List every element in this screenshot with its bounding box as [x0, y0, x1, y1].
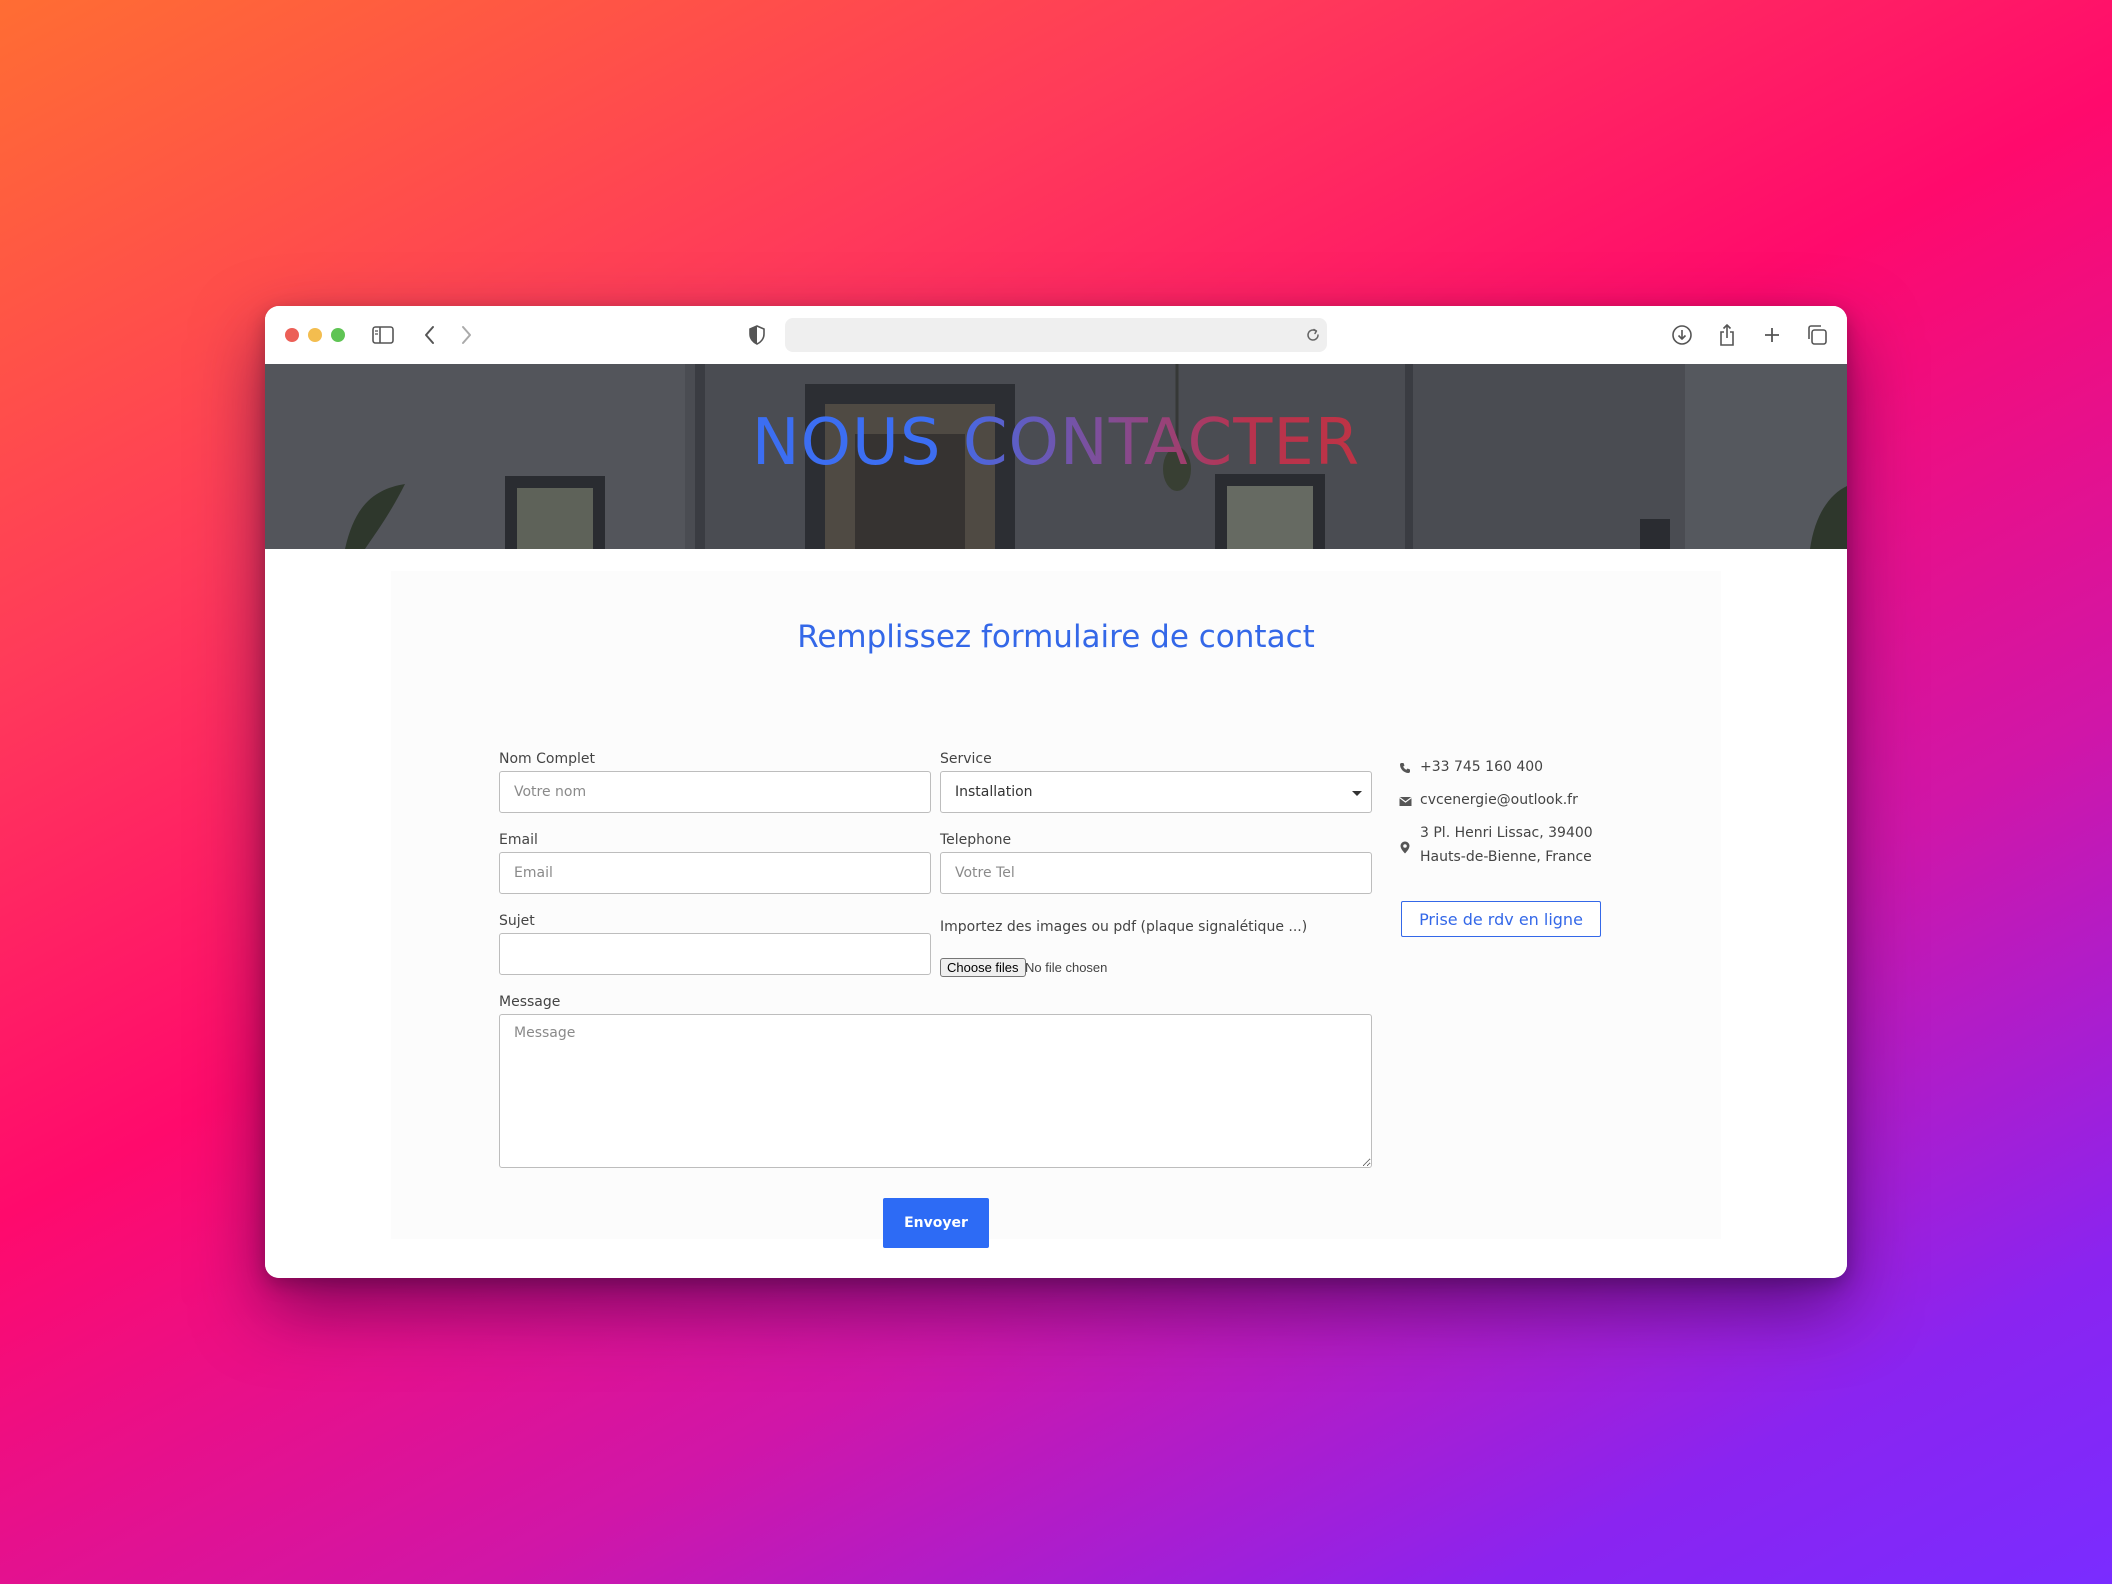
phone-input[interactable] — [940, 852, 1372, 894]
back-icon[interactable] — [415, 320, 445, 350]
forward-icon[interactable] — [451, 320, 481, 350]
message-textarea[interactable] — [499, 1014, 1372, 1168]
shield-icon[interactable] — [742, 320, 772, 350]
form-title: Remplissez formulaire de contact — [797, 619, 1315, 655]
content-area: Remplissez formulaire de contact Nom Com… — [265, 549, 1847, 1278]
submit-button[interactable]: Envoyer — [883, 1198, 989, 1248]
tabs-overview-icon[interactable] — [1802, 320, 1832, 350]
service-selected-value: Installation — [955, 784, 1033, 800]
contact-address-line2: Hauts-de-Bienne, France — [1420, 849, 1592, 865]
service-label: Service — [940, 751, 992, 767]
close-window-button[interactable] — [285, 328, 299, 342]
reload-icon[interactable] — [1305, 327, 1321, 347]
email-input[interactable] — [499, 852, 931, 894]
subject-label: Sujet — [499, 913, 535, 929]
map-pin-icon — [1400, 839, 1414, 854]
hero-banner: NOUS CONTACTER — [265, 364, 1847, 549]
appointment-button[interactable]: Prise de rdv en ligne — [1401, 901, 1601, 937]
share-icon[interactable] — [1712, 320, 1742, 350]
contact-address-line1: 3 Pl. Henri Lissac, 39400 — [1420, 825, 1593, 841]
name-input[interactable] — [499, 771, 931, 813]
choose-files-button[interactable]: Choose files — [940, 958, 1026, 977]
contact-form-card: Remplissez formulaire de contact Nom Com… — [391, 571, 1721, 1248]
contact-phone: +33 745 160 400 — [1420, 759, 1544, 775]
name-label: Nom Complet — [499, 751, 595, 767]
phone-label: Telephone — [940, 832, 1012, 848]
phone-icon — [1399, 759, 1413, 773]
chevron-down-icon — [1352, 791, 1362, 796]
service-select[interactable]: Installation — [940, 771, 1372, 813]
subject-input[interactable] — [499, 933, 931, 975]
browser-window: NOUS CONTACTER Remplissez formulaire de … — [265, 306, 1847, 1278]
address-bar[interactable] — [785, 318, 1327, 352]
sidebar-icon[interactable] — [368, 320, 398, 350]
minimize-window-button[interactable] — [308, 328, 322, 342]
contact-email: cvcenergie@outlook.fr — [1420, 792, 1578, 808]
browser-toolbar — [265, 306, 1847, 365]
new-tab-icon[interactable] — [1757, 320, 1787, 350]
download-icon[interactable] — [1667, 320, 1697, 350]
message-label: Message — [499, 994, 561, 1010]
email-label: Email — [499, 832, 538, 848]
upload-status: No file chosen — [1025, 960, 1108, 975]
envelope-icon — [1399, 792, 1413, 806]
maximize-window-button[interactable] — [331, 328, 345, 342]
page-title: NOUS CONTACTER — [265, 406, 1847, 480]
upload-label: Importez des images ou pdf (plaque signa… — [940, 919, 1308, 935]
